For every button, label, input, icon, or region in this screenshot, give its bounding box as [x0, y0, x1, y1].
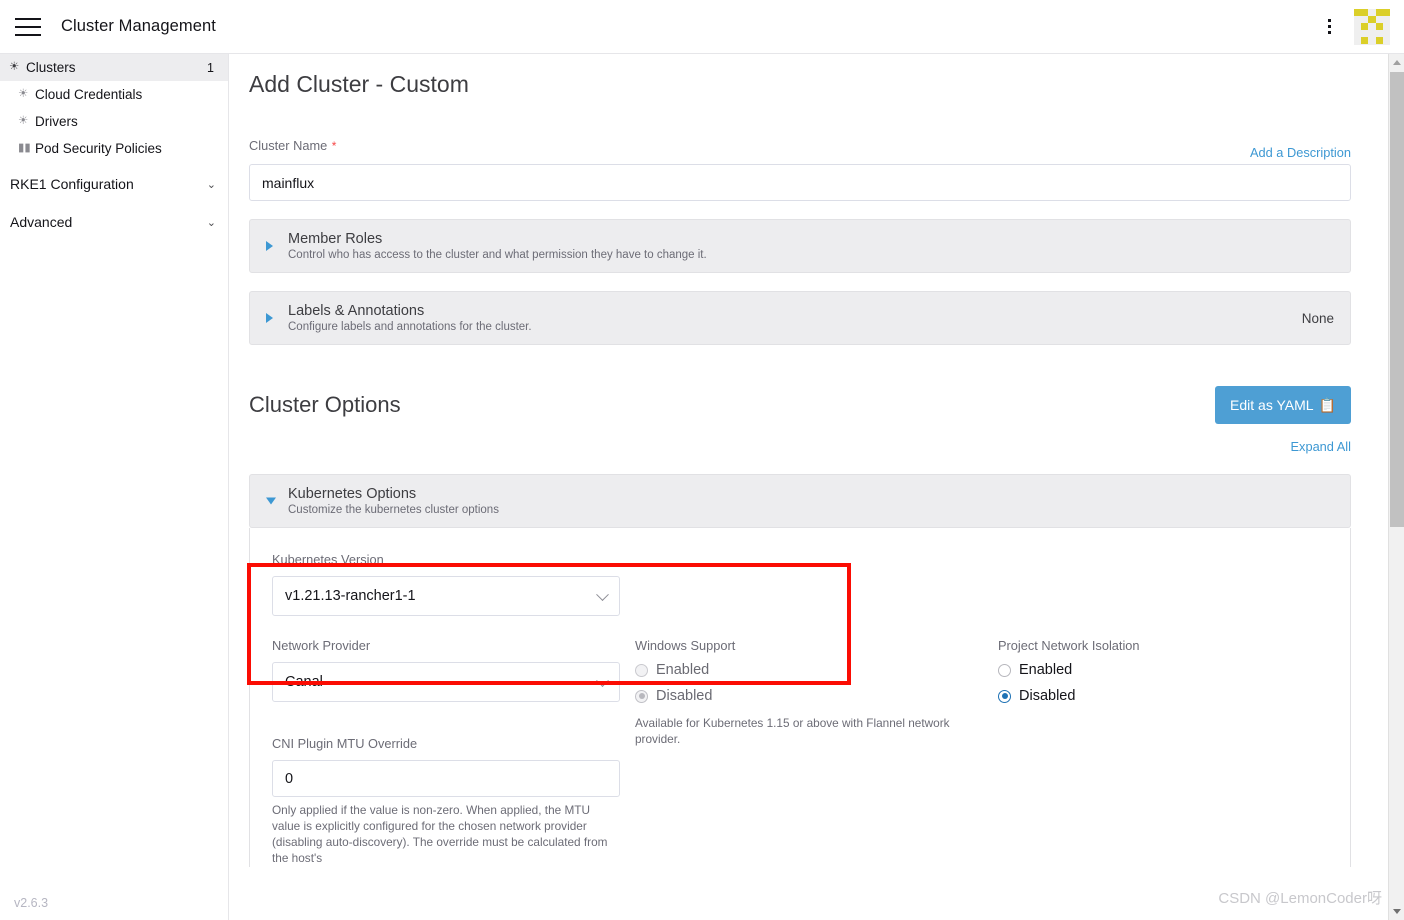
- sidebar-item-clusters[interactable]: ☀︎ Clusters 1: [0, 54, 228, 81]
- sidebar-group-label: Advanced: [10, 214, 73, 230]
- accordion-value: None: [1301, 310, 1334, 326]
- accordion-subtitle: Control who has access to the cluster an…: [288, 249, 707, 261]
- scrollbar-thumb[interactable]: [1390, 72, 1404, 527]
- network-provider-value: Canal: [285, 674, 323, 690]
- add-description-link[interactable]: Add a Description: [1250, 145, 1351, 160]
- sidebar-group-rke1-configuration[interactable]: RKE1 Configuration ⌄: [0, 168, 228, 200]
- accordion-subtitle: Configure labels and annotations for the…: [288, 321, 532, 333]
- clipboard-icon: 📋: [1318, 396, 1336, 413]
- scroll-up-arrow-icon[interactable]: [1389, 54, 1404, 71]
- hamburger-menu-icon[interactable]: [15, 17, 41, 36]
- radio-icon-selected: [635, 689, 648, 703]
- kubernetes-version-value: v1.21.13-rancher1-1: [285, 588, 416, 604]
- main-content: Add Cluster - Custom Cluster Name * Add …: [230, 54, 1388, 920]
- top-bar-actions: [1318, 8, 1404, 45]
- globe-icon: ☀︎: [18, 114, 29, 127]
- user-avatar[interactable]: [1354, 8, 1390, 45]
- cluster-name-input[interactable]: [249, 164, 1351, 201]
- accordion-title: Labels & Annotations: [288, 303, 425, 319]
- sidebar-item-drivers[interactable]: ☀︎ Drivers: [0, 108, 228, 135]
- expand-all-link[interactable]: Expand All: [1291, 439, 1351, 454]
- radio-label: Enabled: [1019, 662, 1073, 678]
- triangle-right-icon: [266, 241, 273, 251]
- windows-support-radio-enabled[interactable]: Enabled: [635, 662, 983, 678]
- globe-icon: ☀︎: [9, 60, 20, 73]
- kubernetes-version-label: Kubernetes Version: [272, 552, 384, 567]
- more-vertical-icon[interactable]: [1318, 14, 1340, 40]
- windows-support-helper: Available for Kubernetes 1.15 or above w…: [635, 716, 950, 746]
- accordion-subtitle: Customize the kubernetes cluster options: [288, 504, 499, 516]
- network-provider-label: Network Provider: [272, 638, 371, 653]
- radio-label: Disabled: [656, 688, 713, 704]
- sidebar-item-label: Clusters: [26, 60, 76, 75]
- project-network-isolation-radio-enabled[interactable]: Enabled: [998, 662, 1328, 678]
- network-provider-select[interactable]: Canal: [272, 662, 620, 702]
- cluster-name-label: Cluster Name: [249, 138, 328, 153]
- app-version: v2.6.3: [14, 896, 49, 910]
- sidebar-item-cloud-credentials[interactable]: ☀︎ Cloud Credentials: [0, 81, 228, 108]
- sidebar-item-label: Cloud Credentials: [35, 87, 143, 102]
- sidebar-item-label: Drivers: [35, 114, 78, 129]
- cni-mtu-override-input[interactable]: [272, 760, 620, 797]
- cluster-name-field-row: Cluster Name * Add a Description: [249, 137, 1351, 201]
- accordion-labels-annotations[interactable]: Labels & Annotations Configure labels an…: [249, 291, 1351, 345]
- radio-label: Enabled: [656, 662, 710, 678]
- chevron-down-icon: ⌄: [206, 216, 216, 229]
- triangle-down-icon: [266, 497, 276, 505]
- kubernetes-version-field: Kubernetes Version v1.21.13-rancher1-1: [272, 552, 620, 616]
- accordion-kubernetes-options[interactable]: Kubernetes Options Customize the kuberne…: [249, 474, 1351, 528]
- top-bar: Cluster Management: [0, 0, 1404, 54]
- sidebar-group-label: RKE1 Configuration: [10, 176, 134, 192]
- edit-as-yaml-label: Edit as YAML: [1230, 397, 1314, 413]
- chevron-down-icon: [596, 588, 609, 602]
- edit-as-yaml-button[interactable]: Edit as YAML 📋: [1215, 386, 1351, 424]
- accordion-title: Kubernetes Options: [288, 486, 417, 502]
- radio-icon-selected: [998, 689, 1011, 703]
- scroll-down-arrow-icon[interactable]: [1389, 903, 1404, 920]
- project-network-isolation-field: Project Network Isolation Enabled Disabl…: [998, 638, 1328, 867]
- project-network-isolation-label: Project Network Isolation: [998, 638, 1140, 653]
- sidebar-group-advanced[interactable]: Advanced ⌄: [0, 206, 228, 238]
- triangle-right-icon: [266, 313, 273, 323]
- project-network-isolation-radio-disabled[interactable]: Disabled: [998, 688, 1328, 704]
- chevron-down-icon: [596, 674, 609, 688]
- globe-icon: ☀︎: [18, 87, 29, 100]
- radio-label: Disabled: [1019, 688, 1076, 704]
- kubernetes-options-body: Kubernetes Version v1.21.13-rancher1-1 N…: [249, 528, 1351, 867]
- sidebar-item-label: Pod Security Policies: [35, 141, 162, 156]
- radio-icon: [998, 663, 1011, 677]
- cni-mtu-override-field: CNI Plugin MTU Override Only applied if …: [272, 736, 620, 867]
- section-title: Cluster Options: [249, 392, 401, 417]
- expand-all-row: Expand All: [230, 438, 1351, 456]
- page-title: Add Cluster - Custom: [249, 71, 469, 97]
- folder-icon: ▮▮: [18, 141, 31, 154]
- chevron-down-icon: ⌄: [206, 178, 216, 191]
- cluster-options-header: Cluster Options Edit as YAML 📋: [249, 386, 1351, 424]
- required-marker: *: [331, 139, 337, 153]
- cni-mtu-override-helper: Only applied if the value is non-zero. W…: [272, 803, 608, 865]
- accordion-member-roles[interactable]: Member Roles Control who has access to t…: [249, 219, 1351, 273]
- cni-mtu-override-label: CNI Plugin MTU Override: [272, 736, 418, 751]
- windows-support-radio-disabled[interactable]: Disabled: [635, 688, 983, 704]
- network-options-grid: Network Provider Canal CNI Plugin MTU Ov…: [272, 638, 1328, 867]
- radio-icon: [635, 663, 648, 677]
- windows-support-label: Windows Support: [635, 638, 736, 653]
- sidebar: ☀︎ Clusters 1 ☀︎ Cloud Credentials ☀︎ Dr…: [0, 54, 229, 920]
- network-provider-field: Network Provider Canal CNI Plugin MTU Ov…: [272, 638, 620, 867]
- app-title: Cluster Management: [61, 17, 216, 35]
- sidebar-item-pod-security-policies[interactable]: ▮▮ Pod Security Policies: [0, 135, 228, 162]
- kubernetes-version-select[interactable]: v1.21.13-rancher1-1: [272, 576, 620, 616]
- vertical-scrollbar[interactable]: [1388, 54, 1404, 920]
- windows-support-field: Windows Support Enabled Disabled Availab…: [635, 638, 983, 867]
- sidebar-item-count: 1: [207, 60, 214, 75]
- accordion-title: Member Roles: [288, 231, 383, 247]
- kubernetes-options-panel: Kubernetes Options Customize the kuberne…: [230, 474, 1388, 867]
